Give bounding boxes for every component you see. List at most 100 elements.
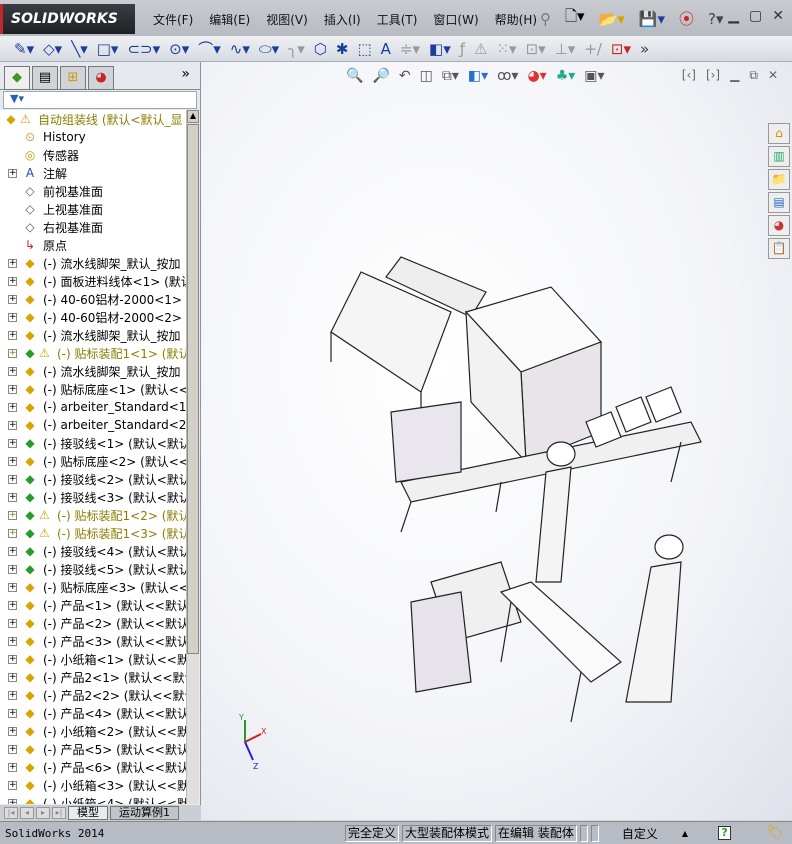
tree-root[interactable]: ◆ ⚠ 自动组装线 (默认<默认_显 bbox=[0, 110, 186, 128]
more-icon[interactable]: » bbox=[640, 40, 649, 58]
tree-item[interactable]: ⏲ History bbox=[0, 128, 186, 146]
tag-icon[interactable]: 🏷 bbox=[766, 825, 784, 841]
new-file-icon[interactable]: 🗋▾ bbox=[565, 6, 585, 31]
tree-item[interactable]: + ◆ ⚠ (-) 贴标装配1<3> (默认 bbox=[0, 524, 186, 542]
tree-item[interactable]: + ◆ (-) 40-60铝材-2000<2> (默 bbox=[0, 308, 186, 326]
open-file-icon[interactable]: 📂▾ bbox=[599, 10, 625, 28]
expand-icon[interactable]: + bbox=[8, 168, 17, 178]
rebuild-icon[interactable]: ⦿ bbox=[679, 8, 694, 29]
expand-icon[interactable]: + bbox=[8, 492, 17, 502]
tab-motion-study[interactable]: 运动算例1 bbox=[110, 806, 179, 820]
move-icon[interactable]: ⊡▾ bbox=[526, 40, 546, 58]
tree-item[interactable]: + ◆ (-) 流水线脚架_默认_按加 bbox=[0, 362, 186, 380]
text-icon[interactable]: A bbox=[381, 40, 391, 58]
expand-icon[interactable]: + bbox=[8, 564, 17, 574]
pin-icon[interactable]: ⚲ bbox=[540, 10, 551, 28]
help-button[interactable]: ? bbox=[718, 826, 732, 840]
expand-icon[interactable]: + bbox=[8, 402, 17, 412]
graphics-area[interactable]: 🔍 🔎 ↶ ◫ ⧉▾ ◧▾ ꝏ▾ ◕▾ ♣▾ ▣▾ [‹] [›] ▁ ⧉ ✕ bbox=[201, 62, 792, 820]
fillet-icon[interactable]: ╮▾ bbox=[288, 40, 305, 58]
file-explorer-icon[interactable]: 📁 bbox=[768, 169, 790, 190]
rapid-sketch-icon[interactable]: ⊡▾ bbox=[611, 40, 631, 58]
close-icon[interactable]: ✕ bbox=[772, 8, 784, 24]
tree-item[interactable]: + ◆ ⚠ (-) 贴标装配1<1> (默认 bbox=[0, 344, 186, 362]
tree-item[interactable]: + ◆ (-) 接驳线<5> (默认<默认 bbox=[0, 560, 186, 578]
scroll-up-icon[interactable]: ▲ bbox=[187, 110, 199, 123]
tree-item[interactable]: ◇ 前视基准面 bbox=[0, 182, 186, 200]
circle-icon[interactable]: ⊙▾ bbox=[169, 40, 189, 58]
expand-icon[interactable]: + bbox=[8, 312, 17, 322]
expand-icon[interactable]: + bbox=[8, 798, 17, 804]
menu-item[interactable]: 工具(T) bbox=[369, 11, 426, 28]
tree-item[interactable]: + ◆ (-) 产品2<2> (默认<<默认 bbox=[0, 686, 186, 704]
sketch-icon[interactable]: ✎▾ bbox=[14, 40, 34, 58]
tree-item[interactable]: + ◆ (-) 产品<5> (默认<<默认 bbox=[0, 740, 186, 758]
expand-icon[interactable]: + bbox=[8, 276, 17, 286]
menu-item[interactable]: 帮助(H) bbox=[487, 11, 545, 28]
expand-icon[interactable]: + bbox=[8, 726, 17, 736]
expand-icon[interactable]: + bbox=[8, 456, 17, 466]
polygon-icon[interactable]: ⬡ bbox=[314, 40, 327, 58]
resources-icon[interactable]: ⌂ bbox=[768, 123, 790, 144]
scrollbar-thumb[interactable] bbox=[187, 124, 199, 654]
smart-dimension-icon[interactable]: ◇▾ bbox=[43, 40, 62, 58]
tree-item[interactable]: + ◆ (-) 小纸箱<3> (默认<<默 bbox=[0, 776, 186, 794]
expand-icon[interactable]: + bbox=[8, 708, 17, 718]
menu-item[interactable]: 编辑(E) bbox=[201, 11, 258, 28]
expand-icon[interactable]: + bbox=[8, 762, 17, 772]
line-icon[interactable]: ╲▾ bbox=[71, 40, 88, 58]
tree-item[interactable]: + ◆ (-) 产品<2> (默认<<默认 bbox=[0, 614, 186, 632]
expand-icon[interactable]: + bbox=[8, 618, 17, 628]
tree-item[interactable]: + ◆ (-) 小纸箱<2> (默认<<默 bbox=[0, 722, 186, 740]
menu-item[interactable]: 窗口(W) bbox=[425, 11, 486, 28]
arc-icon[interactable]: ⌒▾ bbox=[198, 38, 221, 59]
tree-item[interactable]: + ◆ (-) arbeiter_Standard<2> bbox=[0, 416, 186, 434]
units-up-icon[interactable]: ▲ bbox=[682, 829, 688, 838]
tree-item[interactable]: + ◆ (-) 贴标底座<2> (默认<<默 bbox=[0, 452, 186, 470]
tree-item[interactable]: + ◆ (-) 产品<3> (默认<<默认 bbox=[0, 632, 186, 650]
tree-item[interactable]: + ◆ (-) 接驳线<4> (默认<默认 bbox=[0, 542, 186, 560]
filter-field[interactable]: ▼▾ bbox=[3, 91, 197, 109]
tree-item[interactable]: + ◆ (-) 接驳线<3> (默认<默认 bbox=[0, 488, 186, 506]
view-palette-icon[interactable]: ▤ bbox=[768, 192, 790, 213]
expand-icon[interactable]: + bbox=[8, 672, 17, 682]
trim-icon[interactable]: ≑▾ bbox=[400, 40, 420, 58]
point-icon[interactable]: ✱ bbox=[336, 40, 349, 58]
expand-tabs-icon[interactable]: » bbox=[181, 66, 190, 89]
expand-icon[interactable]: + bbox=[8, 744, 17, 754]
tree-item[interactable]: + ◆ (-) 流水线脚架_默认_按加 bbox=[0, 326, 186, 344]
construction-icon[interactable]: ⬚ bbox=[357, 40, 371, 58]
first-tab-icon[interactable]: |◂ bbox=[4, 807, 18, 819]
tree-item[interactable]: + ◆ (-) 40-60铝材-2000<1> (默 bbox=[0, 290, 186, 308]
menu-item[interactable]: 视图(V) bbox=[258, 11, 316, 28]
expand-icon[interactable]: + bbox=[8, 348, 17, 358]
expand-icon[interactable]: + bbox=[8, 438, 17, 448]
tree-item[interactable]: + ◆ (-) 贴标底座<3> (默认<<默 bbox=[0, 578, 186, 596]
next-tab-icon[interactable]: ▸ bbox=[36, 807, 50, 819]
tree-item[interactable]: + ◆ (-) 产品<6> (默认<<默认 bbox=[0, 758, 186, 776]
help-icon[interactable]: ?▾ bbox=[708, 10, 724, 28]
expand-icon[interactable]: + bbox=[8, 420, 17, 430]
feature-manager-tab[interactable]: ◆ bbox=[4, 66, 30, 90]
expand-icon[interactable]: + bbox=[8, 384, 17, 394]
expand-icon[interactable]: + bbox=[8, 294, 17, 304]
repair-icon[interactable]: +/ bbox=[584, 40, 602, 58]
spline-icon[interactable]: ∿▾ bbox=[230, 40, 250, 58]
menu-item[interactable]: 文件(F) bbox=[145, 11, 201, 28]
tree-item[interactable]: + ◆ (-) 贴标底座<1> (默认<<默 bbox=[0, 380, 186, 398]
pattern-icon[interactable]: ⁙▾ bbox=[496, 40, 516, 58]
expand-icon[interactable]: + bbox=[8, 330, 17, 340]
tree-item[interactable]: + ◆ (-) 小纸箱<4> (默认<<默 bbox=[0, 794, 186, 804]
tree-item[interactable]: + ◆ (-) 产品2<1> (默认<<默认 bbox=[0, 668, 186, 686]
tree-item[interactable]: + ◆ ⚠ (-) 贴标装配1<2> (默认 bbox=[0, 506, 186, 524]
tree-item[interactable]: + ◆ (-) 流水线脚架_默认_按加 bbox=[0, 254, 186, 272]
prev-tab-icon[interactable]: ◂ bbox=[20, 807, 34, 819]
menu-item[interactable]: 插入(I) bbox=[316, 11, 369, 28]
relations-icon[interactable]: ⊥▾ bbox=[555, 40, 576, 58]
expand-icon[interactable]: + bbox=[8, 654, 17, 664]
expand-icon[interactable]: + bbox=[8, 636, 17, 646]
custom-properties-icon[interactable]: 📋 bbox=[768, 238, 790, 259]
solidworks-logo[interactable]: SOLIDWORKS bbox=[0, 4, 135, 34]
last-tab-icon[interactable]: ▸| bbox=[52, 807, 66, 819]
minimize-icon[interactable]: ▁ bbox=[728, 8, 739, 24]
